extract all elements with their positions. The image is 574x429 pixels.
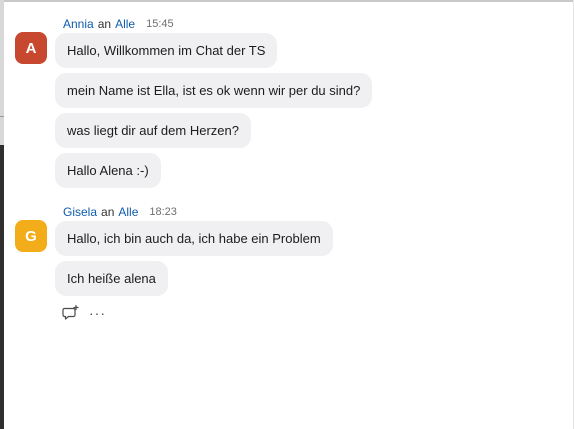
message-bubble[interactable]: Ich heiße alena bbox=[55, 261, 168, 296]
sender-name[interactable]: Annia bbox=[63, 17, 94, 31]
message-header: Annia an Alle 15:45 bbox=[63, 16, 174, 32]
message-timestamp: 15:45 bbox=[146, 18, 174, 30]
message-bubble[interactable]: Hallo, ich bin auch da, ich habe ein Pro… bbox=[55, 221, 333, 256]
message-bubble[interactable]: was liegt dir auf dem Herzen? bbox=[55, 113, 251, 148]
message-bubble[interactable]: Hallo, Willkommen im Chat der TS bbox=[55, 33, 278, 68]
recipient-connector: an bbox=[97, 17, 112, 31]
window-top-edge bbox=[0, 0, 574, 2]
recipient-name[interactable]: Alle bbox=[118, 205, 138, 219]
more-options-icon[interactable]: ··· bbox=[89, 304, 106, 322]
reply-add-icon[interactable] bbox=[62, 304, 80, 322]
message-bubble[interactable]: Hallo Alena :-) bbox=[55, 153, 161, 188]
avatar-initial: G bbox=[25, 227, 37, 245]
message-timestamp: 18:23 bbox=[149, 206, 177, 218]
avatar-initial: A bbox=[25, 39, 37, 57]
message-actions: ··· bbox=[62, 304, 106, 322]
message-header: Gisela an Alle 18:23 bbox=[63, 204, 177, 220]
message-bubble[interactable]: mein Name ist Ella, ist es ok wenn wir p… bbox=[55, 73, 373, 108]
recipient-name[interactable]: Alle bbox=[115, 17, 135, 31]
avatar[interactable]: G bbox=[15, 220, 47, 252]
left-panel-divider bbox=[0, 116, 4, 117]
recipient-connector: an bbox=[101, 205, 115, 219]
sender-name[interactable]: Gisela bbox=[63, 205, 97, 219]
left-panel-edge-dark bbox=[0, 145, 4, 429]
avatar[interactable]: A bbox=[15, 32, 47, 64]
left-panel-edge bbox=[0, 0, 4, 145]
